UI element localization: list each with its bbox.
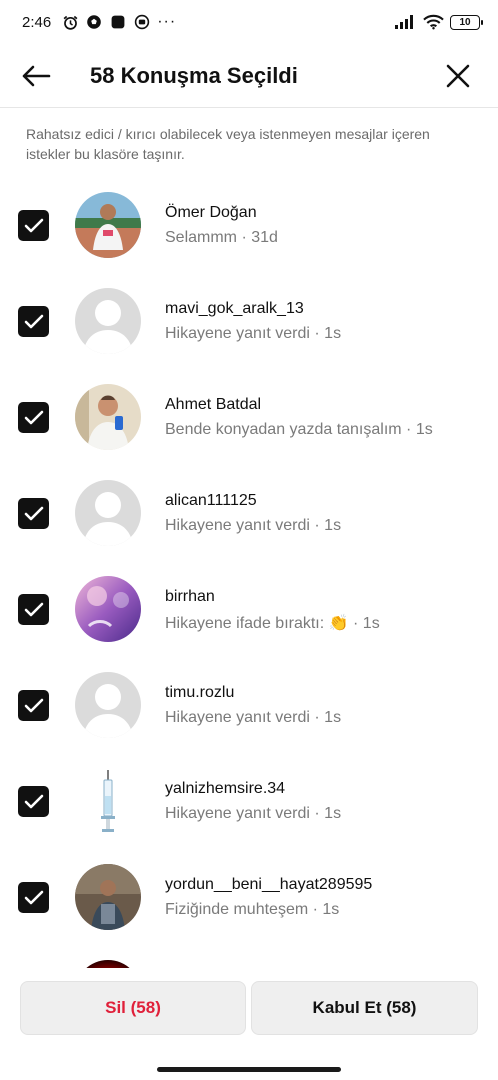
conversation-subtitle: Hikayene yanıt verdi · 1s bbox=[165, 325, 342, 342]
conversation-name: birrhan bbox=[165, 588, 215, 605]
back-button[interactable] bbox=[0, 44, 72, 108]
check-icon bbox=[24, 602, 43, 616]
avatar[interactable] bbox=[75, 384, 141, 450]
header: 58 Konuşma Seçildi bbox=[0, 44, 498, 108]
alarm-icon bbox=[61, 13, 79, 31]
avatar[interactable] bbox=[75, 192, 141, 258]
default-avatar-icon[interactable] bbox=[75, 288, 141, 354]
checkbox-checked[interactable] bbox=[18, 306, 49, 337]
check-icon bbox=[24, 794, 43, 808]
check-icon bbox=[24, 506, 43, 520]
soccer-ball-icon bbox=[85, 13, 103, 31]
default-avatar-icon[interactable] bbox=[75, 480, 141, 546]
conversation-row[interactable]: mavi_gok_aralk_13 Hikayene yanıt verdi ·… bbox=[0, 274, 498, 370]
conversation-row[interactable]: alican111125 Hikayene yanıt verdi · 1s bbox=[0, 466, 498, 562]
info-text: Rahatsız edici / kırıcı olabilecek veya … bbox=[26, 126, 430, 162]
conversation-name: yordun__beni__hayat289595 bbox=[165, 876, 373, 893]
conversation-row[interactable]: yordun__beni__hayat289595 Fiziğinde muht… bbox=[0, 850, 498, 946]
conversation-name: Ömer Doğan bbox=[165, 204, 257, 221]
conversation-subtitle: Hikayene yanıt verdi · 1s bbox=[165, 709, 342, 726]
conversation-subtitle: Hikayene yanıt verdi · 1s bbox=[165, 805, 342, 822]
conversation-subtitle: Bende konyadan yazda tanışalım · 1s bbox=[165, 421, 433, 438]
conversation-name: alican111125 bbox=[165, 492, 257, 509]
default-avatar-icon[interactable] bbox=[75, 672, 141, 738]
conversation-row[interactable]: Ahmet Batdal Bende konyadan yazda tanışa… bbox=[0, 370, 498, 466]
wifi-icon bbox=[422, 13, 444, 31]
arrow-left-icon bbox=[22, 65, 51, 86]
conversation-subtitle: Hikayene yanıt verdi · 1s bbox=[165, 517, 342, 534]
status-bar: 2:46 ··· 10 bbox=[0, 0, 498, 44]
conversation-list: Ömer Doğan Selammm · 31d mavi_gok_aralk_… bbox=[0, 178, 498, 946]
battery-icon: 10 bbox=[450, 14, 483, 30]
syringe-icon[interactable] bbox=[75, 768, 141, 834]
conversation-name: mavi_gok_aralk_13 bbox=[165, 300, 304, 317]
check-icon bbox=[24, 218, 43, 232]
conversation-name: Ahmet Batdal bbox=[165, 396, 262, 413]
screen: 2:46 ··· 10 58 Konuşma Seçildi Rahatsız … bbox=[0, 0, 498, 1080]
avatar[interactable] bbox=[75, 576, 141, 642]
delete-button[interactable]: Sil (58) bbox=[20, 981, 246, 1035]
square-app-icon bbox=[109, 13, 127, 31]
avatar[interactable] bbox=[75, 864, 141, 930]
conversation-name: yalnizhemsire.34 bbox=[165, 780, 286, 797]
check-icon bbox=[24, 698, 43, 712]
close-icon bbox=[446, 64, 470, 87]
subtitle-time: · 1s bbox=[353, 615, 380, 632]
accept-button[interactable]: Kabul Et (58) bbox=[251, 981, 478, 1035]
home-indicator[interactable] bbox=[157, 1067, 341, 1072]
status-left: 2:46 ··· bbox=[22, 13, 176, 31]
signal-icon bbox=[394, 13, 416, 31]
close-button[interactable] bbox=[418, 44, 498, 108]
checkbox-checked[interactable] bbox=[18, 498, 49, 529]
bottom-action-bar: Sil (58) Kabul Et (58) bbox=[0, 968, 498, 1080]
clapping-hands-emoji: 👏 bbox=[328, 615, 349, 632]
checkbox-checked[interactable] bbox=[18, 210, 49, 241]
page-title: 58 Konuşma Seçildi bbox=[90, 62, 298, 88]
checkbox-checked[interactable] bbox=[18, 786, 49, 817]
more-dots: ··· bbox=[157, 13, 177, 30]
checkbox-checked[interactable] bbox=[18, 594, 49, 625]
conversation-subtitle: Hikayene ifade bıraktı: 👏 · 1s bbox=[165, 613, 380, 633]
subtitle-text: Hikayene ifade bıraktı: bbox=[165, 615, 325, 632]
conversation-row[interactable]: birrhan Hikayene ifade bıraktı: 👏 · 1s bbox=[0, 562, 498, 658]
battery-level: 10 bbox=[459, 16, 471, 28]
checkbox-checked[interactable] bbox=[18, 402, 49, 433]
status-right: 10 bbox=[394, 13, 483, 31]
check-icon bbox=[24, 314, 43, 328]
conversation-row[interactable]: yalnizhemsire.34 Hikayene yanıt verdi · … bbox=[0, 754, 498, 850]
media-icon bbox=[133, 13, 151, 31]
checkbox-checked[interactable] bbox=[18, 690, 49, 721]
conversation-row[interactable]: timu.rozlu Hikayene yanıt verdi · 1s bbox=[0, 658, 498, 754]
check-icon bbox=[24, 410, 43, 424]
conversation-row[interactable]: Ömer Doğan Selammm · 31d bbox=[0, 178, 498, 274]
check-icon bbox=[24, 890, 43, 904]
conversation-name: timu.rozlu bbox=[165, 684, 235, 701]
checkbox-checked[interactable] bbox=[18, 882, 49, 913]
conversation-subtitle: Selammm · 31d bbox=[165, 229, 278, 246]
status-time: 2:46 bbox=[22, 13, 52, 31]
conversation-subtitle: Fiziğinde muhteşem · 1s bbox=[165, 901, 340, 918]
